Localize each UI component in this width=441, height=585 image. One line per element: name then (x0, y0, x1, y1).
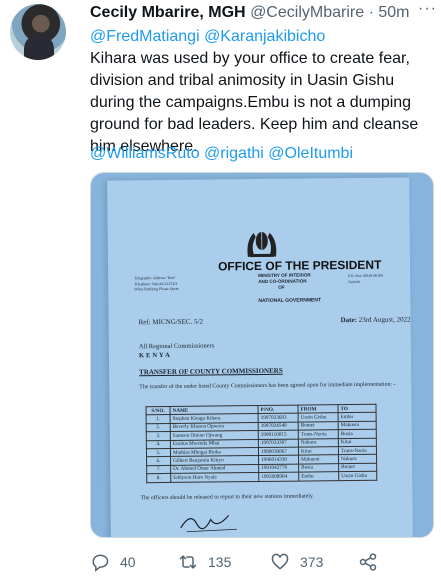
reference-number: Ref: MICNG/SEC. 5/2 (138, 317, 204, 327)
letterhead-title: OFFICE OF THE PRESIDENT (217, 257, 382, 274)
tweet-header: Cecily Mbarire, MGH @CecilyMbarire · 50m (90, 4, 431, 26)
table-cell: 1. (146, 414, 171, 424)
table-cell: 3. (146, 431, 171, 441)
letter-document: OFFICE OF THE PRESIDENT MINISTRY OF INTE… (107, 177, 413, 537)
table-cell: 1995008904 (258, 472, 299, 482)
reply-button[interactable]: 40 (90, 552, 136, 572)
telegraphic-address: Telegraphic Address "Rais" Telephone: Na… (134, 275, 180, 292)
signature-scribble (180, 514, 237, 533)
table-cell: Uasin Gishu (338, 471, 377, 481)
like-icon (271, 553, 289, 570)
government-name: NATIONAL GOVERNMENT (258, 297, 322, 305)
like-button[interactable]: 373 (270, 552, 323, 572)
letter-intro: The transfer of the under listed County … (139, 381, 396, 391)
table-cell: 5. (146, 448, 171, 458)
retweet-count: 135 (208, 554, 232, 570)
reply-count: 40 (120, 554, 136, 570)
retweet-button[interactable]: 135 (178, 552, 231, 572)
postal-address: P.O. Box 30510-00100 Nairobi (348, 273, 383, 284)
timestamp[interactable]: 50m (378, 4, 409, 21)
coat-of-arms-icon (247, 228, 277, 258)
table-cell: 4. (146, 440, 171, 449)
table-cell: Eddyson Haro Nyale (170, 472, 259, 482)
letter-date: Date: 23rd August, 2022 (340, 315, 411, 325)
share-icon (359, 553, 377, 571)
table-cell: 6. (146, 456, 171, 466)
author-name[interactable]: Cecily Mbarire, MGH (90, 4, 246, 21)
tweet-actions: 40 135 373 (90, 552, 430, 576)
ministry-name: MINISTRY OF INTERIOR AND CO-ORDINATION O… (258, 272, 311, 290)
retweet-icon (179, 555, 197, 569)
tweet-text: Kihara was used by your office to create… (90, 50, 419, 155)
reply-icon (92, 554, 109, 572)
author-handle[interactable]: @CecilyMbarire (250, 4, 364, 21)
release-instruction: The officers should be released to repor… (140, 493, 314, 502)
tweet-tags[interactable]: @WilliamsRuto @rigathi @OleItumbi (90, 145, 353, 163)
tweet-image[interactable]: OFFICE OF THE PRESIDENT MINISTRY OF INTE… (90, 172, 434, 538)
transfer-table: S/NO. NAME P/NO. FROM TO 1. Stephen Kirag… (145, 404, 377, 483)
table-cell: 7. (146, 465, 171, 474)
letter-subject: TRANSFER OF COUNTY COMMISSIONERS (139, 366, 283, 377)
table-cell: 8. (146, 473, 171, 483)
addressee: All Regional Commissioners KENYA (138, 342, 215, 360)
table-cell: Embu (298, 471, 339, 481)
table-cell: 2. (146, 423, 171, 432)
separator: · (368, 4, 374, 21)
like-count: 373 (300, 554, 324, 570)
avatar[interactable] (10, 4, 66, 60)
share-button[interactable] (358, 552, 378, 572)
more-icon[interactable]: ··· (418, 0, 437, 18)
table-row: 8. Eddyson Haro Nyale 1995008904 Embu Uasin … (146, 471, 377, 483)
reply-mentions[interactable]: @FredMatiangi @Karanjakibicho (90, 28, 325, 46)
